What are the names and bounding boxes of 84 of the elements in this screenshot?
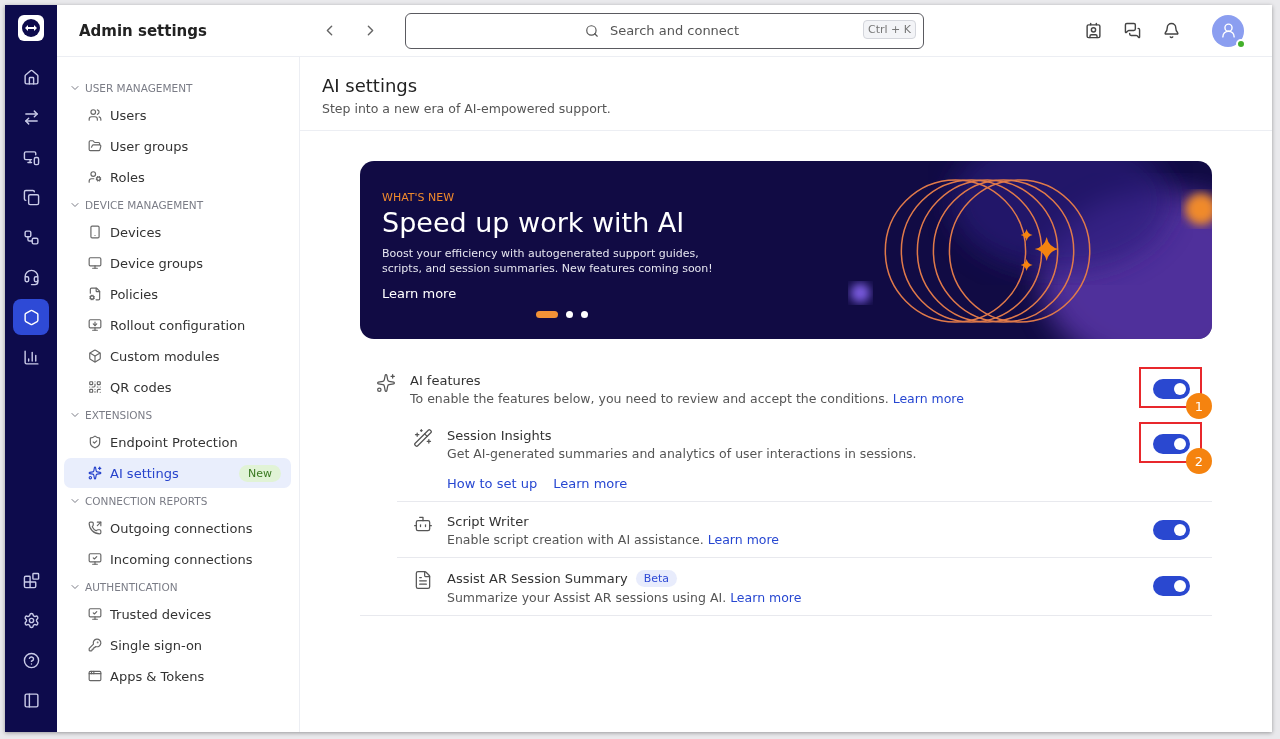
sidebar-item[interactable]: Outgoing connections	[64, 513, 291, 543]
feature-description: Get AI-generated summaries and analytics of user interactions in sessions.	[447, 446, 918, 461]
folder-icon	[88, 139, 102, 153]
logo-icon[interactable]	[18, 15, 44, 41]
toggle-switch[interactable]	[1153, 379, 1190, 399]
learn-more-link[interactable]: Learn more	[707, 532, 780, 547]
learn-more-link[interactable]: Learn more	[892, 391, 964, 406]
section-label: USER MANAGEMENT	[85, 82, 193, 94]
contact-book-icon[interactable]	[1085, 22, 1102, 39]
sidebar-item[interactable]: Device groups	[64, 248, 291, 278]
banner-text: Boost your efficiency with autogenerated support guides, scripts, and session summaries. New features coming soon!	[382, 246, 714, 276]
wand-icon	[413, 428, 433, 448]
user-avatar[interactable]	[1212, 14, 1244, 47]
users-icon	[88, 108, 102, 122]
sidebar-item[interactable]: Users	[64, 100, 291, 130]
help-link[interactable]: How to set up	[447, 476, 538, 491]
robot-icon	[413, 514, 433, 534]
sidebar-item[interactable]: Incoming connections	[64, 544, 291, 574]
monitor-check-icon	[88, 607, 102, 621]
help-link[interactable]: Learn more	[553, 476, 628, 491]
sidebar-item[interactable]: Rollout configuration	[64, 310, 291, 340]
feature-description: Enable script creation with AI assistance. Learn more	[447, 532, 781, 547]
app-window-icon	[88, 669, 102, 683]
feature-title: Session Insights	[447, 428, 552, 443]
feature-title: Script Writer	[447, 514, 529, 529]
monitor-icon	[88, 256, 102, 270]
new-badge: New	[239, 464, 281, 482]
user-gear-icon	[88, 170, 102, 184]
banner-eyebrow: WHAT'S NEW	[382, 191, 456, 204]
learn-more-link[interactable]: Learn more	[730, 590, 802, 605]
chat-icon[interactable]	[1124, 22, 1141, 39]
file-gear-icon	[88, 287, 102, 301]
section-title: Admin settings	[78, 21, 208, 40]
callout-number: 2	[1186, 448, 1212, 474]
carousel-dot[interactable]	[581, 311, 588, 318]
sparkles-icon	[88, 466, 102, 480]
section-label: DEVICE MANAGEMENT	[85, 199, 204, 211]
notifications-icon[interactable]	[1163, 22, 1180, 39]
sidebar-item[interactable]: Apps & Tokens	[64, 661, 291, 691]
sparkles-icon	[376, 373, 396, 393]
qr-code-icon	[88, 380, 102, 394]
key-icon	[88, 638, 102, 652]
sidebar-item[interactable]: Single sign-on	[64, 630, 291, 660]
sidebar-item[interactable]: Trusted devices	[64, 599, 291, 629]
shield-check-icon	[88, 435, 102, 449]
section-header[interactable]: AUTHENTICATION	[64, 576, 291, 598]
toggle-switch[interactable]	[1153, 520, 1190, 540]
toggle-switch[interactable]	[1153, 576, 1190, 596]
user-icon	[1219, 22, 1237, 39]
carousel-dot[interactable]	[566, 311, 573, 318]
sidebar-item[interactable]: Custom modules	[64, 341, 291, 371]
section-label: EXTENSIONS	[85, 409, 153, 421]
sidebar-item[interactable]: Roles	[64, 162, 291, 192]
feature-description: To enable the features below, you need to review and accept the conditions. Learn more	[410, 391, 965, 406]
box-icon	[88, 349, 102, 363]
phone-icon	[88, 521, 102, 535]
sidebar-item[interactable]: Devices	[64, 217, 291, 247]
section-header[interactable]: USER MANAGEMENT	[64, 77, 291, 99]
status-dot	[1236, 38, 1246, 49]
sidebar-item[interactable]: Endpoint Protection	[64, 427, 291, 457]
banner-link[interactable]: Learn more	[382, 286, 457, 301]
sidebar-item[interactable]: Policies	[64, 279, 291, 309]
toggle-switch[interactable]	[1153, 434, 1190, 454]
monitor-check-icon	[88, 552, 102, 566]
section-label: AUTHENTICATION	[85, 581, 178, 593]
section-header[interactable]: EXTENSIONS	[64, 404, 291, 426]
sidebar-item[interactable]: QR codes	[64, 372, 291, 402]
feature-description: Summarize your Assist AR sessions using AI. Learn more	[447, 590, 803, 605]
callout-number: 1	[1186, 393, 1212, 419]
sidebar-item[interactable]: User groups	[64, 131, 291, 161]
beta-badge: Beta	[635, 570, 678, 587]
monitor-download-icon	[88, 318, 102, 332]
section-label: CONNECTION REPORTS	[85, 495, 208, 507]
section-header[interactable]: DEVICE MANAGEMENT	[64, 194, 291, 216]
document-icon	[413, 570, 433, 590]
section-header[interactable]: CONNECTION REPORTS	[64, 490, 291, 512]
feature-title: Assist AR Session Summary	[447, 571, 628, 586]
banner-title: Speed up work with AI	[382, 207, 686, 238]
feature-title: AI features	[410, 373, 481, 388]
page-subtitle: Step into a new era of AI-empowered support.	[322, 101, 612, 116]
sidebar-item[interactable]: AI settings New	[64, 458, 291, 488]
page-title: AI settings	[322, 75, 419, 96]
smartphone-icon	[88, 225, 102, 239]
search-icon	[584, 23, 599, 38]
